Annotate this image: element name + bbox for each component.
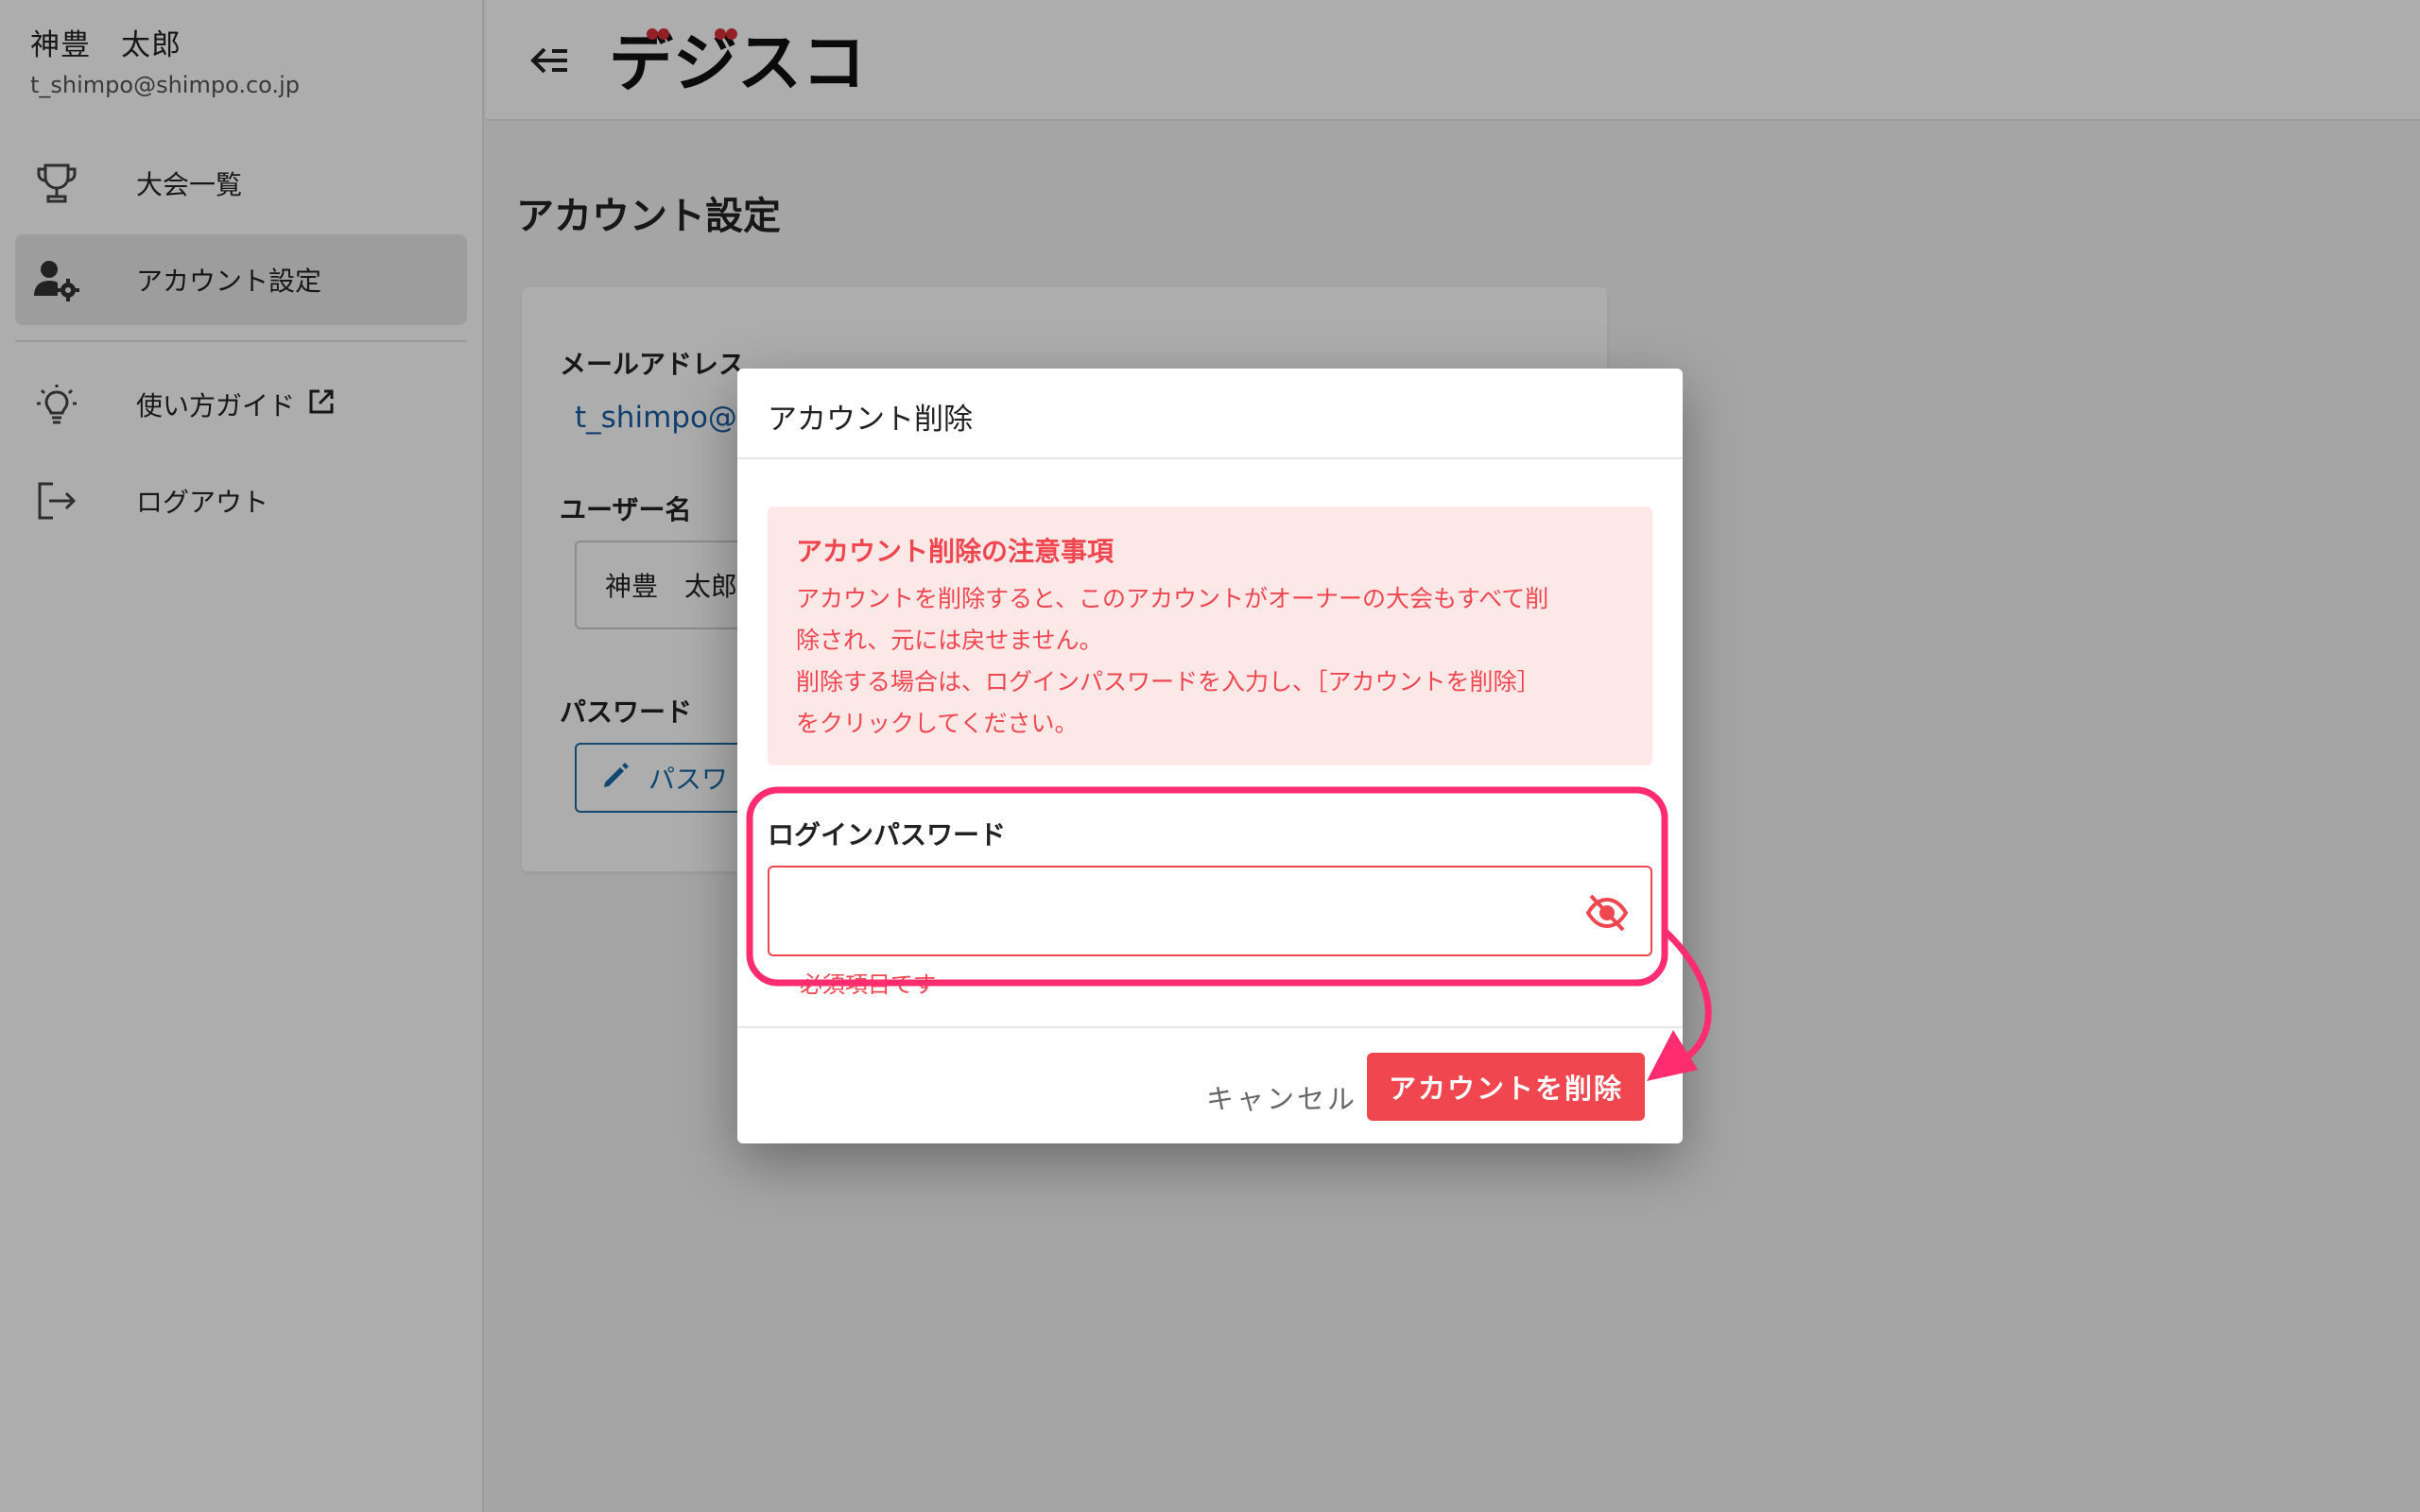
- warning-line: アカウントを削除すると、このアカウントがオーナーの大会もすべて削: [796, 585, 1549, 612]
- dialog-footer-divider: [737, 1026, 1683, 1028]
- cancel-button[interactable]: キャンセル: [1178, 1064, 1386, 1130]
- warning-line: をクリックしてください。: [796, 710, 1079, 737]
- eye-off-icon[interactable]: [1584, 890, 1630, 936]
- login-password-field: [768, 866, 1652, 956]
- warning-title: アカウント削除の注意事項: [796, 536, 1115, 567]
- warning-box: アカウント削除の注意事項 アカウントを削除すると、このアカウントがオーナーの大会…: [768, 507, 1652, 765]
- login-password-label: ログインパスワード: [768, 819, 1007, 850]
- dialog-header: アカウント削除: [737, 369, 1683, 459]
- password-error-text: 必須項目です: [800, 971, 936, 998]
- dialog-title: アカウント削除: [768, 403, 973, 437]
- delete-account-button[interactable]: アカウントを削除: [1367, 1053, 1645, 1121]
- warning-line: 削除する場合は、ログインパスワードを入力し、［アカウントを削除］: [796, 668, 1541, 696]
- warning-line: 除され、元には戻せません。: [796, 627, 1103, 654]
- delete-account-dialog: アカウント削除 アカウント削除の注意事項 アカウントを削除すると、このアカウント…: [737, 369, 1683, 1143]
- login-password-input[interactable]: [769, 868, 1545, 954]
